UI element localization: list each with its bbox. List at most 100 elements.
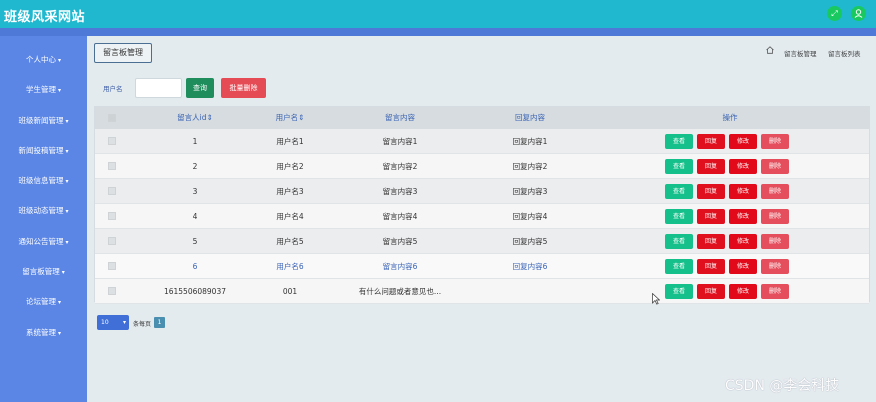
- edit-button[interactable]: 修改: [729, 284, 757, 299]
- edit-button[interactable]: 修改: [729, 184, 757, 199]
- query-button[interactable]: 查询: [186, 78, 214, 98]
- delete-button[interactable]: 删除: [761, 259, 789, 274]
- view-button[interactable]: 查看: [665, 159, 693, 174]
- expand-icon[interactable]: ⤢: [827, 6, 842, 21]
- sidebar-item-label: 学生管理: [25, 85, 56, 94]
- sidebar-item-label: 班级新闻管理: [18, 116, 64, 125]
- view-button[interactable]: 查看: [665, 259, 693, 274]
- cell-reply: 回复内容4: [512, 212, 548, 221]
- reply-button[interactable]: 回复: [697, 184, 725, 199]
- sidebar-item-notices[interactable]: 通知公告管理 ▾: [0, 234, 87, 250]
- table-row: 4 用户名4 留言内容4 回复内容4 查看 回复 修改 删除: [95, 204, 869, 229]
- row-checkbox[interactable]: [108, 287, 116, 295]
- reply-button[interactable]: 回复: [697, 234, 725, 249]
- cell-content: 留言内容4: [382, 212, 418, 221]
- page-size-select[interactable]: 10 ▾: [97, 315, 129, 330]
- cell-id: 6: [192, 262, 198, 271]
- breadcrumb-item[interactable]: 留言板管理: [784, 48, 817, 58]
- edit-button[interactable]: 修改: [729, 234, 757, 249]
- row-checkbox[interactable]: [108, 262, 116, 270]
- sidebar-item-message-board[interactable]: 留言板管理 ▾: [0, 264, 87, 280]
- username-search-input[interactable]: [135, 78, 182, 98]
- cell-username: 用户名5: [276, 237, 304, 246]
- table-row-hovered: 6 用户名6 留言内容6 回复内容6 查看 回复 修改 删除: [95, 254, 869, 279]
- table-row: 1615506089037 001 有什么问题或者意见也... 查看 回复 修改…: [95, 279, 869, 304]
- row-checkbox[interactable]: [108, 212, 116, 220]
- cell-id: 4: [192, 212, 198, 221]
- cell-username: 用户名6: [276, 262, 304, 271]
- cell-content: 留言内容3: [382, 187, 418, 196]
- edit-button[interactable]: 修改: [729, 159, 757, 174]
- reply-button[interactable]: 回复: [697, 134, 725, 149]
- column-header-content: 留言内容: [385, 113, 415, 122]
- chevron-down-icon: ▾: [61, 269, 65, 276]
- delete-button[interactable]: 删除: [761, 134, 789, 149]
- cell-id: 1615506089037: [163, 287, 227, 296]
- select-all-checkbox[interactable]: [108, 114, 116, 122]
- delete-button[interactable]: 删除: [761, 184, 789, 199]
- sort-icon: ⇕: [206, 113, 213, 122]
- edit-button[interactable]: 修改: [729, 209, 757, 224]
- cell-reply: 回复内容1: [512, 137, 548, 146]
- chevron-down-icon: ▾: [122, 319, 126, 326]
- column-label: 留言人id: [177, 113, 207, 122]
- view-button[interactable]: 查看: [665, 134, 693, 149]
- reply-button[interactable]: 回复: [697, 259, 725, 274]
- sidebar-item-label: 系统管理: [25, 328, 56, 337]
- sidebar-item-system[interactable]: 系统管理 ▾: [0, 325, 87, 341]
- breadcrumb-item[interactable]: 留言板列表: [828, 48, 861, 58]
- column-header-id[interactable]: 留言人id⇕: [155, 107, 235, 129]
- edit-button[interactable]: 修改: [729, 134, 757, 149]
- home-icon[interactable]: [766, 46, 774, 54]
- cell-username: 001: [282, 287, 298, 296]
- row-checkbox[interactable]: [108, 187, 116, 195]
- table-row: 1 用户名1 留言内容1 回复内容1 查看 回复 修改 删除: [95, 129, 869, 154]
- delete-button[interactable]: 删除: [761, 209, 789, 224]
- sidebar-item-class-news[interactable]: 班级新闻管理 ▾: [0, 113, 87, 129]
- sidebar-item-news-submission[interactable]: 新闻投稿管理 ▾: [0, 143, 87, 159]
- cell-id: 5: [192, 237, 198, 246]
- sidebar-item-class-info[interactable]: 班级信息管理 ▾: [0, 173, 87, 189]
- sidebar-item-personal[interactable]: 个人中心 ▾: [0, 52, 87, 68]
- delete-button[interactable]: 删除: [761, 159, 789, 174]
- row-checkbox[interactable]: [108, 162, 116, 170]
- top-bar: 班级风采网站 ⤢: [0, 0, 876, 28]
- cell-reply: 回复内容5: [512, 237, 548, 246]
- edit-button[interactable]: 修改: [729, 259, 757, 274]
- reply-button[interactable]: 回复: [697, 209, 725, 224]
- delete-button[interactable]: 删除: [761, 234, 789, 249]
- table-header: 留言人id⇕ 用户名⇕ 留言内容 回复内容 操作: [95, 107, 869, 129]
- username-search-label: 用户名: [103, 85, 123, 93]
- chevron-down-icon: ▾: [57, 330, 61, 337]
- sidebar-item-forum[interactable]: 论坛管理 ▾: [0, 294, 87, 310]
- row-checkbox[interactable]: [108, 137, 116, 145]
- cell-reply: [475, 279, 585, 304]
- view-button[interactable]: 查看: [665, 209, 693, 224]
- view-button[interactable]: 查看: [665, 234, 693, 249]
- sidebar-item-students[interactable]: 学生管理 ▾: [0, 82, 87, 98]
- user-glyph: [854, 9, 863, 18]
- column-header-reply: 回复内容: [515, 113, 545, 122]
- chevron-down-icon: ▾: [57, 57, 61, 64]
- mouse-cursor-icon: [652, 293, 660, 305]
- sidebar-item-class-dynamics[interactable]: 班级动态管理 ▾: [0, 203, 87, 219]
- sidebar-item-label: 个人中心: [25, 55, 56, 64]
- cell-username: 用户名1: [276, 137, 304, 146]
- row-checkbox[interactable]: [108, 237, 116, 245]
- view-button[interactable]: 查看: [665, 284, 693, 299]
- page-number-button[interactable]: 1: [154, 317, 165, 328]
- page-size-value: 10: [101, 319, 109, 326]
- batch-delete-button[interactable]: 批量删除: [221, 78, 266, 98]
- reply-button[interactable]: 回复: [697, 284, 725, 299]
- cell-username: 用户名4: [276, 212, 304, 221]
- reply-button[interactable]: 回复: [697, 159, 725, 174]
- delete-button[interactable]: 删除: [761, 284, 789, 299]
- watermark: CSDN @李会科技: [725, 378, 840, 394]
- user-icon[interactable]: [851, 6, 866, 21]
- view-button[interactable]: 查看: [665, 184, 693, 199]
- table-row: 2 用户名2 留言内容2 回复内容2 查看 回复 修改 删除: [95, 154, 869, 179]
- module-title-button[interactable]: 留言板管理: [94, 43, 152, 63]
- column-header-username[interactable]: 用户名⇕: [255, 107, 325, 129]
- chevron-down-icon: ▾: [65, 239, 69, 246]
- cell-content: 有什么问题或者意见也...: [358, 287, 442, 296]
